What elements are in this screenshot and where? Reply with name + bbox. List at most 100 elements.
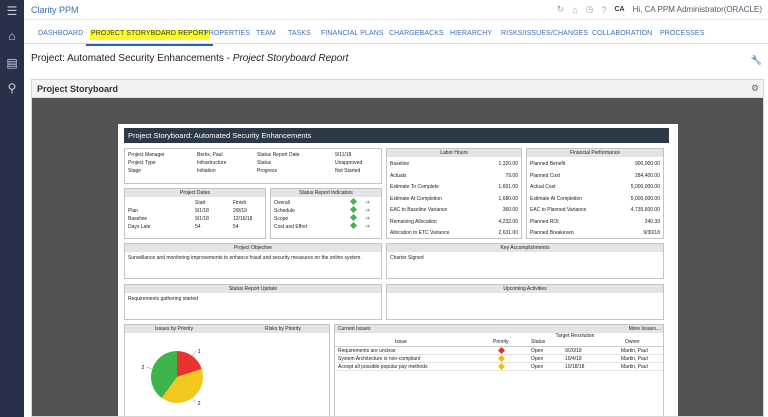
- labor-row-label: Estimate At Completion: [390, 195, 442, 202]
- tab-project-storyboard-report[interactable]: PROJECT STORYBOARD REPORT: [86, 30, 213, 46]
- yellow-diamond-icon: [497, 362, 506, 371]
- green-diamond-icon: [349, 221, 358, 230]
- indicator-cost-effort-label: Cost and Effort: [274, 224, 308, 230]
- tab-processes[interactable]: PROCESSES: [660, 30, 704, 37]
- current-issues-header-bar: Current Issues More Issues...: [335, 325, 663, 333]
- help-icon[interactable]: ?: [601, 5, 606, 15]
- financial-performance-box: Financial Performance Planned Benefit 900…: [526, 148, 664, 239]
- plan-finish: 2/8/19: [233, 208, 247, 214]
- tab-collaboration[interactable]: COLLABORATION: [592, 30, 652, 37]
- labor-hours-header: Labor Hours: [387, 149, 521, 157]
- current-issues-header: Current Issues: [338, 326, 371, 332]
- finance-row-label: Planned Breakeven: [530, 230, 574, 236]
- tab-hierarchy[interactable]: HIERARCHY: [450, 30, 492, 37]
- recent-icon[interactable]: ◷: [586, 4, 594, 15]
- tab-dashboard[interactable]: DASHBOARD: [38, 30, 83, 37]
- finance-row-value: 9/30/18: [643, 230, 660, 236]
- days-late-start: 54: [195, 224, 201, 230]
- user-greeting[interactable]: Hi, CA PPM Administrator(ORACLE): [633, 5, 762, 14]
- pie-leader-line: [192, 397, 197, 404]
- plan-label: Plan: [128, 208, 139, 214]
- red-diamond-icon: [497, 346, 506, 355]
- finance-row-value: 900,000.00: [634, 161, 660, 167]
- document-icon[interactable]: ▤: [4, 55, 20, 71]
- panel-title: Project Storyboard: [37, 84, 119, 94]
- finance-row-value: 240.39: [644, 218, 660, 225]
- labor-row-label: Estimate To Complete: [390, 184, 439, 190]
- home-icon[interactable]: ⌂: [4, 28, 20, 44]
- issue-owner: Martin, Paul: [621, 356, 648, 362]
- refresh-icon[interactable]: ↻: [557, 4, 565, 15]
- project-manager-label: Project Manager: [128, 152, 165, 158]
- link-icon[interactable]: ⚲: [4, 80, 20, 96]
- issue-target: 10/18/18: [565, 364, 585, 370]
- risks-by-priority-header: Risks by Priority: [265, 326, 301, 332]
- pie-slice-label: 2: [198, 401, 201, 407]
- upcoming-activities-header: Upcoming Activities: [387, 285, 663, 293]
- finance-row-value: 5,000,000.00: [630, 184, 660, 190]
- key-accomplishments-header: Key Accomplishments: [387, 244, 663, 252]
- key-accomplishments-text: Charter Signed: [390, 255, 424, 261]
- arrow-right-icon: ➜: [365, 224, 371, 230]
- priority-charts-box: Issues by Priority Risks by Priority 1 2 2: [124, 324, 330, 416]
- project-info-box: Project Manager Berks, Paul Status Report …: [124, 148, 382, 184]
- finish-column-header: Finish: [233, 200, 247, 206]
- tab-risks-issues-changes[interactable]: RISKS/ISSUES/CHANGES: [501, 30, 588, 37]
- finance-row-label: Planned Benefit: [530, 161, 566, 167]
- table-row[interactable]: Requirements are unclear Open 9/20/18 Ma…: [335, 346, 663, 355]
- status-update-box: Status Report Update Requirements gather…: [124, 284, 382, 320]
- issues-by-priority-header: Issues by Priority: [155, 326, 194, 332]
- app-title[interactable]: Clarity PPM: [31, 5, 79, 15]
- indicator-scope-label: Scope: [274, 216, 289, 222]
- report-sheet: Project Storyboard: Automated Security E…: [118, 124, 678, 416]
- status-update-text: Requirements gathering started: [128, 296, 199, 302]
- arrow-right-icon: ➜: [365, 208, 371, 214]
- progress-label: Progress: [257, 168, 278, 174]
- issue-name: Accept all possible popular pay methods: [338, 364, 428, 370]
- status-label: Status: [257, 160, 272, 166]
- finance-row-label: Estimate At Completion: [530, 195, 582, 202]
- report-viewer[interactable]: Project Storyboard: Automated Security E…: [32, 98, 763, 416]
- tab-team[interactable]: TEAM: [256, 30, 276, 37]
- page-title-italic: Project Storyboard Report: [232, 53, 349, 64]
- yellow-diamond-icon: [497, 354, 506, 363]
- labor-row-value: 79.00: [505, 172, 518, 179]
- finance-row-value: 4,735,600.00: [630, 207, 660, 213]
- table-row[interactable]: Accept all possible popular pay methods …: [335, 362, 663, 371]
- more-issues-link[interactable]: More Issues...: [629, 325, 660, 333]
- status-update-header: Status Report Update: [125, 285, 381, 293]
- labor-row-value: 2,631.00: [498, 230, 518, 236]
- finance-row-value: 5,000,000.00: [630, 195, 660, 202]
- gear-icon[interactable]: ⚙: [751, 83, 759, 94]
- priority-charts-header: Issues by Priority Risks by Priority: [125, 325, 329, 333]
- status-indicators-header: Status Report Indicators: [271, 189, 381, 197]
- issue-target: 10/4/18: [565, 356, 582, 362]
- days-late-label: Days Late: [128, 224, 151, 230]
- tab-financial-plans[interactable]: FINANCIAL PLANS: [321, 30, 384, 37]
- progress-value: Not Started: [335, 168, 361, 174]
- project-manager-value: Berks, Paul: [197, 152, 223, 158]
- baseline-finish: 12/16/18: [233, 216, 253, 222]
- arrow-right-icon: ➜: [365, 200, 371, 206]
- tab-properties[interactable]: PROPERTIES: [204, 30, 250, 37]
- indicator-schedule-label: Schedule: [274, 208, 295, 214]
- pie-slice-label: 1: [198, 349, 201, 355]
- owner-column-header: Owner: [625, 339, 640, 345]
- labor-row-label: Baseline: [390, 161, 410, 167]
- menu-icon[interactable]: ☰: [4, 3, 20, 19]
- labor-row-value: 4,232.00: [498, 218, 518, 225]
- issue-target: 9/20/18: [565, 348, 582, 354]
- labor-row-label: Actuals: [390, 172, 407, 179]
- avatar[interactable]: CA: [615, 6, 625, 13]
- home-icon[interactable]: ⌂: [572, 5, 577, 15]
- project-dates-header: Project Dates: [125, 189, 265, 197]
- baseline-label: Baseline: [128, 216, 148, 222]
- tab-tasks[interactable]: TASKS: [288, 30, 311, 37]
- tab-chargebacks[interactable]: CHARGEBACKS: [389, 30, 444, 37]
- page-title-prefix: Project: Automated Security Enhancements…: [31, 53, 233, 64]
- table-row[interactable]: System Architecture is non-compliant Ope…: [335, 354, 663, 363]
- page-title: Project: Automated Security Enhancements…: [31, 53, 348, 64]
- upcoming-activities-text: [387, 293, 663, 299]
- current-issues-box: Current Issues More Issues... Issue Prio…: [334, 324, 664, 416]
- wrench-icon[interactable]: 🔧: [751, 55, 762, 66]
